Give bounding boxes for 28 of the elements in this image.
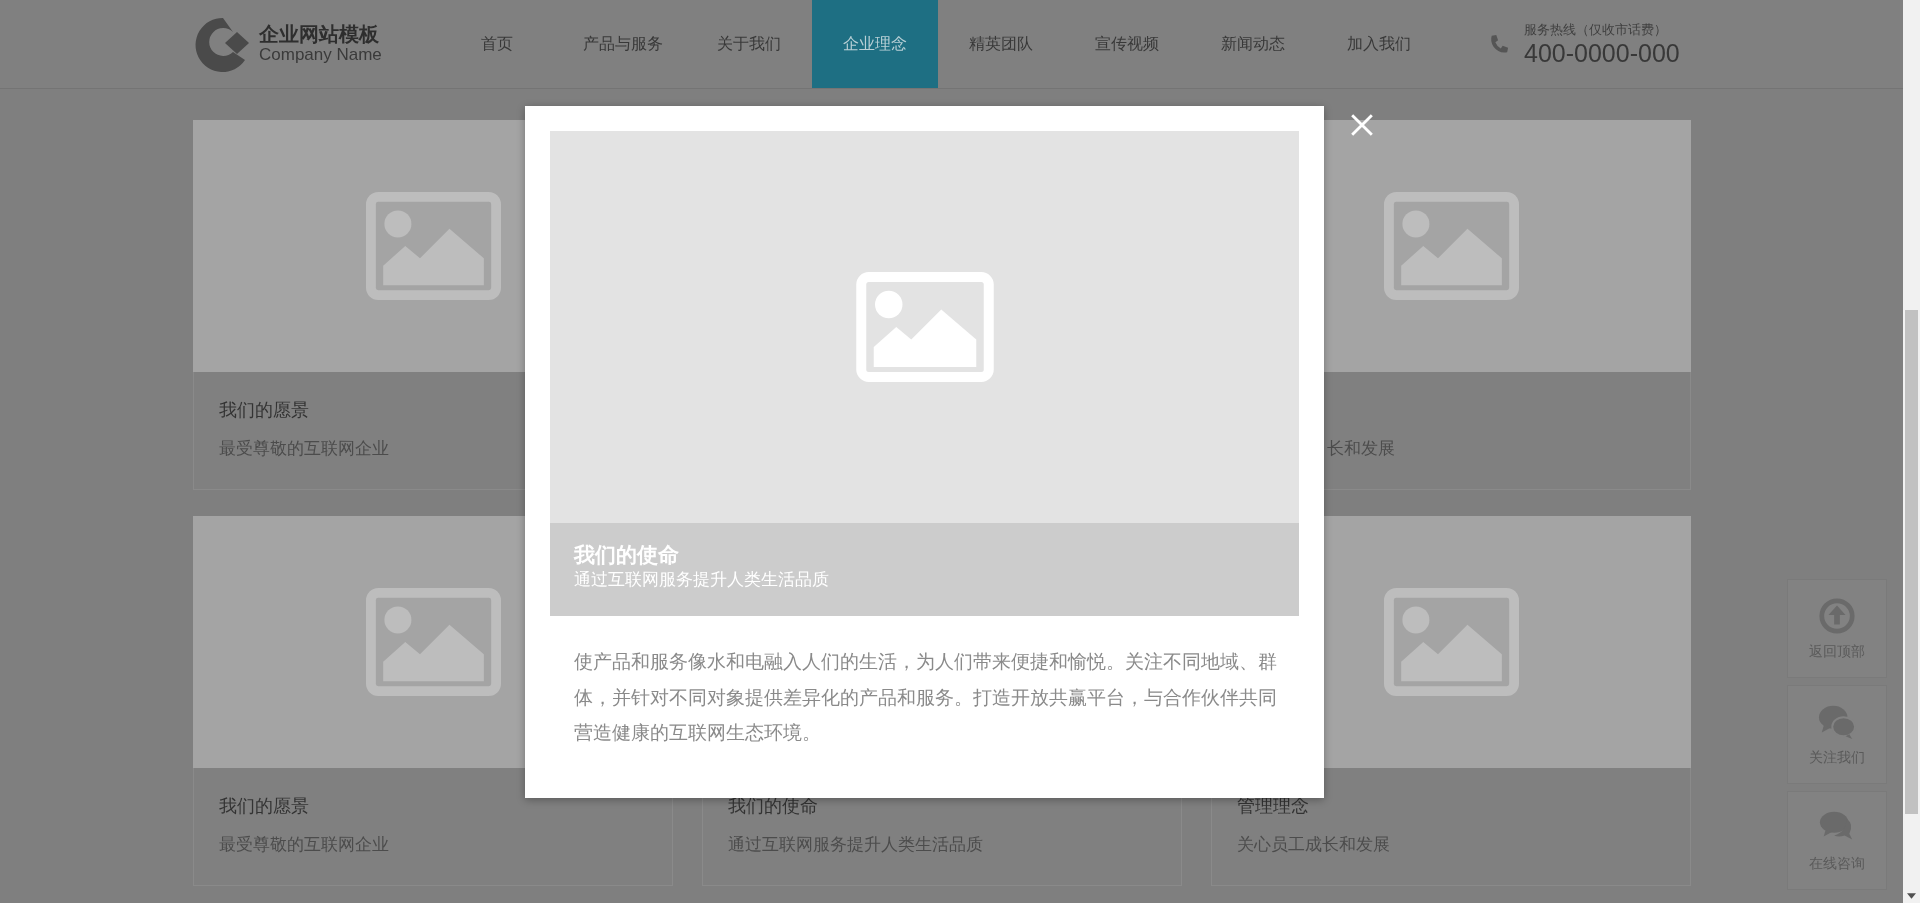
image-placeholder-icon xyxy=(1383,588,1519,696)
nav-item[interactable]: 宣传视频 xyxy=(1064,0,1190,88)
nav-item[interactable]: 企业理念 xyxy=(812,0,938,88)
company-name: Company Name xyxy=(259,45,382,65)
hotline-number: 400-0000-000 xyxy=(1524,39,1680,67)
image-placeholder-icon xyxy=(855,272,994,382)
card-title: 管理理念 xyxy=(1237,794,1310,818)
image-placeholder-icon xyxy=(365,588,501,696)
nav-item[interactable]: 首页 xyxy=(434,0,560,88)
image-placeholder-icon xyxy=(1383,192,1519,300)
scrollbar-thumb[interactable] xyxy=(1905,310,1918,814)
image-placeholder-icon xyxy=(365,192,501,300)
arrow-up-circle-icon xyxy=(1818,596,1856,635)
scroll-down-arrow-icon[interactable] xyxy=(1907,893,1916,899)
card-title: 我们的使命 xyxy=(728,794,819,818)
nav-item[interactable]: 加入我们 xyxy=(1316,0,1442,88)
card-title: 我们的愿景 xyxy=(219,794,310,818)
modal-description: 使产品和服务像水和电融入人们的生活，为人们带来便捷和愉悦。关注不同地域、群体，并针对不同对象提供差异化的产品和服务。打造开放共赢平台，与合作伙伴共同营造健康的互联网生态环境。 xyxy=(574,649,1278,746)
close-icon[interactable] xyxy=(1350,113,1374,137)
nav-item[interactable]: 精英团队 xyxy=(938,0,1064,88)
card-title: 我们的愿景 xyxy=(219,398,310,422)
site-title: 企业网站模板 xyxy=(259,23,380,45)
nav-item[interactable]: 产品与服务 xyxy=(560,0,686,88)
phone-icon xyxy=(1488,34,1510,54)
nav-item[interactable]: 关于我们 xyxy=(686,0,812,88)
nav-item[interactable]: 新闻动态 xyxy=(1190,0,1316,88)
logo-icon xyxy=(193,16,251,72)
hotline-label: 服务热线（仅收市话费） xyxy=(1524,21,1668,39)
